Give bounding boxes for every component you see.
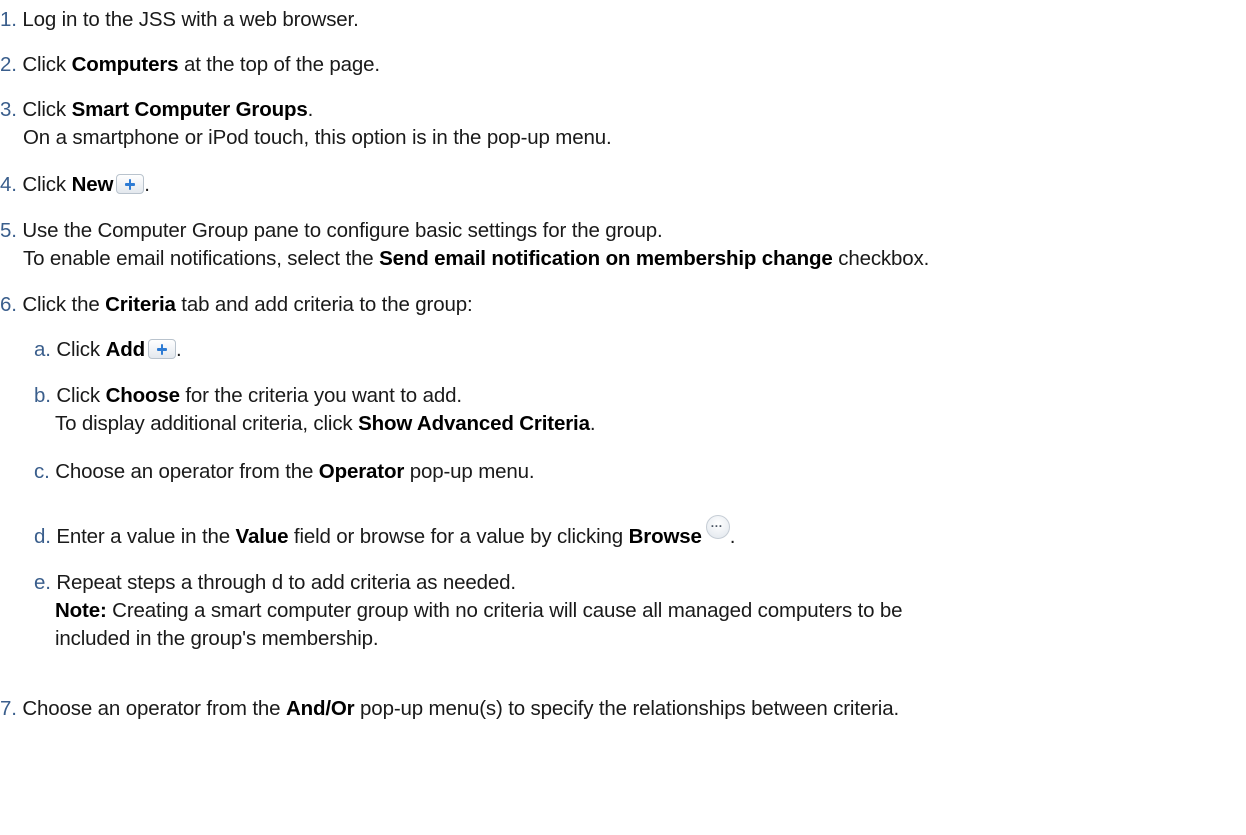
substep-note: To display additional criteria, click Sh… [34,410,596,438]
substep-text-pre: Enter a value in the [56,525,236,548]
substep-text: Repeat steps a through d to add criteria… [56,571,516,594]
step-6: 6. Click the Criteria tab and add criter… [0,291,473,319]
ui-term-computers: Computers [71,53,179,76]
ui-term-add: Add [105,338,146,361]
step-number: 3. [0,98,17,121]
step-text-post: . [307,98,314,121]
step-text-post: pop-up menu(s) to specify the relationsh… [354,697,899,720]
step-number: 2. [0,53,17,76]
substep-letter: e. [34,571,51,594]
ui-term-operator: Operator [318,460,405,483]
step-text-post: . [144,173,150,196]
instructions-document: 1. Log in to the JSS with a web browser.… [0,0,1246,835]
step-number: 4. [0,173,17,196]
substep-e: e. Repeat steps a through d to add crite… [34,569,903,653]
ui-term-smart-computer-groups: Smart Computer Groups [71,98,308,121]
step-4: 4. Click New. [0,171,150,199]
substep-c: c. Choose an operator from the Operator … [34,458,535,486]
substep-text-pre: Choose an operator from the [55,460,319,483]
step-text: Use the Computer Group pane to configure… [22,219,663,242]
substep-note: Note: Creating a smart computer group wi… [34,597,903,625]
ui-term-show-advanced-criteria: Show Advanced Criteria [358,412,590,435]
step-text-pre: Click the [22,293,106,316]
substep-text-pre: Click [56,338,106,361]
step-text-pre: Choose an operator from the [22,697,286,720]
substep-text-post: . [729,525,736,548]
substep-b: b. Click Choose for the criteria you wan… [34,382,596,438]
step-number: 6. [0,293,17,316]
step-number: 1. [0,8,17,31]
step-7: 7. Choose an operator from the And/Or po… [0,695,899,723]
substep-d: d. Enter a value in the Value field or b… [34,515,735,551]
substep-a: a. Click Add. [34,336,182,364]
step-number: 5. [0,219,17,242]
ellipsis-button-icon: ··· [705,515,730,539]
substep-letter: a. [34,338,51,361]
note-post: checkbox. [832,247,930,270]
step-text-pre: Click [22,173,72,196]
ui-term-browse: Browse [628,525,702,548]
step-text-pre: Click [22,98,72,121]
plus-button-icon [147,339,176,359]
step-1: 1. Log in to the JSS with a web browser. [0,6,359,34]
substep-text-post: for the criteria you want to add. [179,384,462,407]
ui-term-value: Value [235,525,289,548]
substep-text-post: . [175,338,182,361]
step-2: 2. Click Computers at the top of the pag… [0,51,380,79]
step-text-post: at the top of the page. [178,53,380,76]
plus-button-icon [116,174,145,194]
note-label: Note: [55,599,107,622]
step-text-post: tab and add criteria to the group: [175,293,473,316]
step-note: On a smartphone or iPod touch, this opti… [23,126,612,149]
ui-term-choose: Choose [105,384,180,407]
step-note: To enable email notifications, select th… [0,245,929,273]
note-post: . [589,412,596,435]
ui-term-criteria: Criteria [105,293,176,316]
note-pre: To enable email notifications, select th… [23,247,380,270]
step-text: Log in to the JSS with a web browser. [22,8,359,31]
substep-text-post: pop-up menu. [404,460,535,483]
step-3: 3. Click Smart Computer Groups. On a sma… [0,96,612,152]
step-text-pre: Click [22,53,72,76]
step-5: 5. Use the Computer Group pane to config… [0,217,929,273]
ui-term-and-or: And/Or [285,697,355,720]
substep-letter: d. [34,525,51,548]
substep-letter: c. [34,460,50,483]
substep-letter: b. [34,384,51,407]
substep-note-continued: included in the group's membership. [55,627,379,650]
step-number: 7. [0,697,17,720]
ui-term-send-email-notification: Send email notification on membership ch… [379,247,833,270]
note-pre: To display additional criteria, click [55,412,359,435]
ui-term-new: New [71,173,114,196]
substep-text-mid: field or browse for a value by clicking [288,525,629,548]
substep-text-pre: Click [56,384,106,407]
note-text: Creating a smart computer group with no … [106,599,903,622]
